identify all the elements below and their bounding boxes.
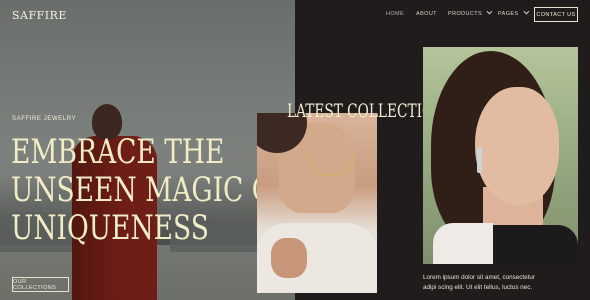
- nav-pages-label: PAGES: [498, 11, 519, 17]
- our-collections-button[interactable]: OUR COLLECTIONS: [12, 277, 69, 292]
- chevron-down-icon: [486, 8, 493, 15]
- collection-description: Lorem ipsum dolor sit amet, consectetur …: [423, 273, 573, 293]
- hero-headline: EMBRACE THE UNSEEN MAGIC OF UNIQUENESS: [11, 133, 292, 247]
- contact-us-button[interactable]: CONTACT US: [534, 7, 578, 22]
- hero-headline-line: UNSEEN MAGIC OF: [11, 170, 292, 210]
- collection-image-necklace[interactable]: [257, 113, 377, 293]
- nav-about[interactable]: ABOUT: [416, 11, 437, 17]
- collection-image-earrings[interactable]: [423, 47, 578, 264]
- nav-products[interactable]: PRODUCTS: [448, 8, 493, 17]
- collection-description-line: Lorem ipsum dolor sit amet, consectetur: [423, 274, 535, 281]
- collection-description-line: adipi scing elit. Ut elit tellus, luctus…: [423, 284, 533, 291]
- brand-logo[interactable]: SAFFIRE: [12, 9, 67, 22]
- hero-headline-line: UNIQUENESS: [11, 208, 209, 248]
- chevron-down-icon: [523, 8, 529, 15]
- model-hand: [271, 238, 307, 278]
- hero-eyebrow: SAFFIRE JEWELRY: [12, 116, 77, 122]
- model-shirt: [433, 223, 493, 264]
- model-face: [475, 87, 559, 205]
- earring: [477, 147, 482, 173]
- nav-products-label: PRODUCTS: [448, 11, 483, 17]
- nav-pages[interactable]: PAGES: [498, 8, 529, 17]
- nav-home[interactable]: HOME: [386, 11, 404, 17]
- hero-headline-line: EMBRACE THE: [11, 132, 225, 172]
